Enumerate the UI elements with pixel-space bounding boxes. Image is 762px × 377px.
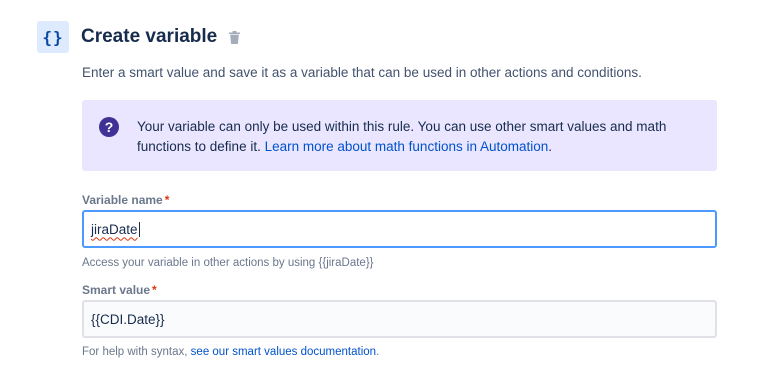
curly-braces-icon: {}: [37, 21, 69, 53]
smart-value-value: {{CDI.Date}}: [91, 311, 165, 327]
variable-name-label-text: Variable name: [82, 193, 163, 207]
info-panel: ? Your variable can only be used within …: [82, 100, 717, 171]
math-functions-link[interactable]: Learn more about math functions in Autom…: [265, 139, 549, 154]
panel-header: {} Create variable: [37, 21, 241, 53]
smart-value-label: Smart value *: [82, 283, 157, 297]
create-variable-panel: {} Create variable Enter a smart value a…: [0, 0, 762, 377]
trash-icon-graphic: [228, 30, 240, 44]
variable-name-input[interactable]: jiraDate: [82, 210, 717, 248]
required-asterisk: *: [152, 283, 157, 297]
smart-value-input[interactable]: {{CDI.Date}}: [82, 300, 717, 338]
smart-value-helper-suffix: .: [376, 346, 380, 358]
trash-icon[interactable]: [227, 29, 241, 45]
info-text: Your variable can only be used within th…: [137, 117, 697, 157]
question-icon: ?: [99, 117, 119, 137]
page-title: Create variable: [81, 26, 218, 47]
variable-name-value: jiraDate: [91, 221, 138, 237]
info-trailing: .: [548, 139, 553, 154]
variable-name-helper: Access your variable in other actions by…: [82, 257, 374, 269]
smart-value-helper: For help with syntax, see our smart valu…: [82, 346, 379, 358]
text-caret: [138, 221, 140, 237]
description-text: Enter a smart value and save it as a var…: [82, 65, 642, 80]
smart-value-helper-prefix: For help with syntax,: [82, 346, 188, 358]
required-asterisk: *: [164, 193, 170, 207]
smart-values-docs-link[interactable]: see our smart values documentation: [191, 346, 376, 358]
variable-name-label: Variable name *: [82, 193, 169, 207]
smart-value-label-text: Smart value: [82, 283, 151, 297]
